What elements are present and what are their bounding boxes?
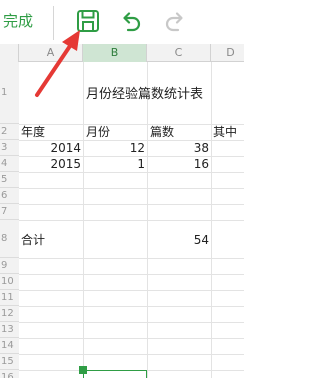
column-header-b[interactable]: B bbox=[83, 44, 147, 62]
row-header[interactable]: 9 bbox=[0, 258, 19, 274]
gridline bbox=[19, 188, 244, 189]
redo-icon bbox=[165, 12, 183, 32]
row-header[interactable]: 3 bbox=[0, 140, 19, 156]
header-cell-of-which[interactable]: 其中 bbox=[213, 124, 237, 140]
redo-button[interactable] bbox=[162, 8, 188, 34]
gridline bbox=[19, 204, 244, 205]
row-header[interactable]: 10 bbox=[0, 274, 19, 290]
row-header[interactable]: 13 bbox=[0, 322, 19, 338]
select-all-corner[interactable] bbox=[0, 44, 19, 62]
year-cell[interactable]: 2014 bbox=[20, 140, 81, 156]
row-header[interactable]: 8 bbox=[0, 220, 19, 258]
count-cell[interactable]: 16 bbox=[148, 156, 209, 172]
row-header[interactable]: 1 bbox=[0, 62, 19, 124]
gridline bbox=[19, 124, 244, 125]
total-value-cell[interactable]: 54 bbox=[148, 232, 209, 248]
save-icon bbox=[77, 10, 99, 32]
selected-cell-outline[interactable] bbox=[83, 370, 147, 378]
gridline bbox=[19, 354, 244, 355]
count-cell[interactable]: 38 bbox=[148, 140, 209, 156]
column-header-d[interactable]: D bbox=[211, 44, 244, 62]
row-header[interactable]: 14 bbox=[0, 338, 19, 354]
header-cell-count[interactable]: 篇数 bbox=[150, 124, 174, 140]
row-header[interactable]: 16 bbox=[0, 370, 19, 378]
toolbar-divider bbox=[53, 6, 54, 40]
toolbar: 完成 bbox=[0, 0, 244, 44]
gridline bbox=[19, 306, 244, 307]
month-cell[interactable]: 1 bbox=[84, 156, 145, 172]
column-header-row: A B C D bbox=[0, 44, 244, 62]
row-header[interactable]: 7 bbox=[0, 204, 19, 220]
header-cell-year[interactable]: 年度 bbox=[21, 124, 45, 140]
row-header[interactable]: 2 bbox=[0, 124, 19, 140]
save-button[interactable] bbox=[75, 8, 101, 34]
row-header[interactable]: 15 bbox=[0, 354, 19, 370]
gridline bbox=[19, 274, 244, 275]
row-header[interactable]: 6 bbox=[0, 188, 19, 204]
spreadsheet: A B C D 1 2 3 4 5 6 7 8 9 10 11 12 13 14… bbox=[0, 44, 244, 378]
row-header[interactable]: 12 bbox=[0, 306, 19, 322]
selection-drag-handle[interactable] bbox=[79, 366, 87, 374]
row-header[interactable]: 5 bbox=[0, 172, 19, 188]
gridline bbox=[19, 322, 244, 323]
year-cell[interactable]: 2015 bbox=[20, 156, 81, 172]
done-button[interactable]: 完成 bbox=[3, 11, 33, 31]
gridline bbox=[19, 220, 244, 221]
gridline bbox=[19, 290, 244, 291]
undo-button[interactable] bbox=[118, 8, 144, 34]
row-header[interactable]: 4 bbox=[0, 156, 19, 172]
column-header-c[interactable]: C bbox=[147, 44, 211, 62]
month-cell[interactable]: 12 bbox=[84, 140, 145, 156]
undo-icon bbox=[123, 12, 141, 32]
gridline bbox=[19, 258, 244, 259]
sheet-title-cell[interactable]: 月份经验篇数统计表 bbox=[86, 87, 203, 103]
row-header[interactable]: 11 bbox=[0, 290, 19, 306]
header-cell-month[interactable]: 月份 bbox=[86, 124, 110, 140]
column-header-a[interactable]: A bbox=[19, 44, 83, 62]
total-label-cell[interactable]: 合计 bbox=[21, 232, 45, 248]
gridline bbox=[19, 172, 244, 173]
gridline bbox=[19, 338, 244, 339]
